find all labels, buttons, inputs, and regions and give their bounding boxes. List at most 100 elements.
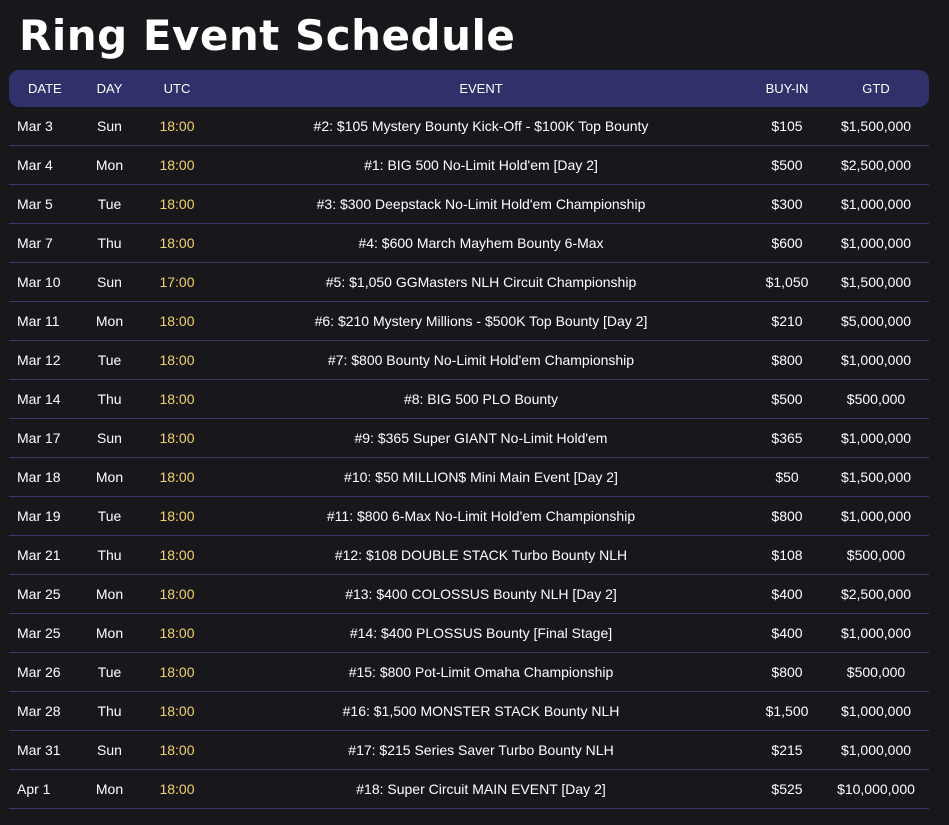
cell-event: #15: $800 Pot-Limit Omaha Championship [348, 664, 614, 680]
cell-utc: 18:00 [159, 157, 195, 173]
cell-event: #6: $210 Mystery Millions - $500K Top Bo… [314, 313, 648, 329]
cell-gtd: $1,000,000 [840, 235, 912, 251]
cell-buyin: $600 [771, 235, 803, 251]
cell-gtd: $1,500,000 [840, 274, 912, 290]
table-row: Mar 26 Tue 18:00 #15: $800 Pot-Limit Omaha … [9, 653, 929, 692]
cell-gtd: $5,000,000 [840, 313, 912, 329]
cell-utc: 18:00 [159, 430, 195, 446]
table-row: Mar 21 Thu 18:00 #12: $108 DOUBLE STACK Tur… [9, 536, 929, 575]
cell-gtd: $1,500,000 [840, 469, 912, 485]
cell-event: #14: $400 PLOSSUS Bounty [Final Stage] [349, 625, 613, 641]
table-row: Mar 18 Mon 18:00 #10: $50 MILLION$ Mini Mai… [9, 458, 929, 497]
cell-day: Thu [97, 703, 122, 719]
cell-date: Mar 25 [17, 586, 61, 602]
header-gtd: GTD [862, 81, 890, 96]
cell-date: Mar 19 [17, 508, 61, 524]
cell-event: #9: $365 Super GIANT No-Limit Hold'em [354, 430, 608, 446]
header-buyin: BUY-IN [765, 81, 809, 96]
cell-event: #11: $800 6-Max No-Limit Hold'em Champio… [326, 508, 636, 524]
cell-date: Mar 11 [17, 313, 60, 329]
cell-event: #2: $105 Mystery Bounty Kick-Off - $100K… [313, 118, 649, 134]
table-row: Mar 7 Thu 18:00 #4: $600 March Mayhem Bount… [9, 224, 929, 263]
cell-event: #16: $1,500 MONSTER STACK Bounty NLH [342, 703, 620, 719]
cell-day: Sun [97, 274, 122, 290]
table-row: Mar 11 Mon 18:00 #6: $210 Mystery Millions … [9, 302, 929, 341]
cell-event: #13: $400 COLOSSUS Bounty NLH [Day 2] [345, 586, 617, 602]
cell-utc: 18:00 [159, 196, 195, 212]
table-row: Apr 1 Mon 18:00 #18: Super Circuit MAIN EVE… [9, 770, 929, 809]
cell-event: #4: $600 March Mayhem Bounty 6-Max [358, 235, 604, 251]
cell-utc: 18:00 [159, 469, 195, 485]
table-row: Mar 3 Sun 18:00 #2: $105 Mystery Bounty Kic… [9, 107, 929, 146]
cell-event: #12: $108 DOUBLE STACK Turbo Bounty NLH [334, 547, 628, 563]
cell-utc: 18:00 [159, 664, 195, 680]
cell-date: Mar 21 [17, 547, 61, 563]
cell-utc: 18:00 [159, 508, 195, 524]
cell-buyin: $215 [771, 742, 803, 758]
cell-event: #17: $215 Series Saver Turbo Bounty NLH [348, 742, 614, 758]
cell-day: Sun [97, 118, 122, 134]
cell-date: Mar 3 [17, 118, 53, 134]
cell-gtd: $1,000,000 [840, 196, 912, 212]
cell-event: #1: BIG 500 No-Limit Hold'em [Day 2] [364, 157, 598, 173]
cell-date: Mar 17 [17, 430, 61, 446]
cell-gtd: $1,000,000 [840, 508, 912, 524]
cell-date: Mar 14 [17, 391, 61, 407]
cell-event: #3: $300 Deepstack No-Limit Hold'em Cham… [316, 196, 646, 212]
cell-utc: 18:00 [159, 235, 195, 251]
cell-day: Tue [97, 508, 122, 524]
table-body: Mar 3 Sun 18:00 #2: $105 Mystery Bounty Kic… [9, 107, 929, 809]
cell-buyin: $1,050 [765, 274, 809, 290]
cell-day: Thu [97, 235, 122, 251]
cell-day: Thu [97, 391, 122, 407]
cell-date: Mar 28 [17, 703, 61, 719]
cell-day: Mon [95, 781, 124, 797]
cell-gtd: $1,000,000 [840, 625, 912, 641]
cell-utc: 18:00 [159, 313, 195, 329]
table-row: Mar 4 Mon 18:00 #1: BIG 500 No-Limit Hold'e… [9, 146, 929, 185]
cell-buyin: $105 [771, 118, 803, 134]
cell-gtd: $1,500,000 [840, 118, 912, 134]
table-row: Mar 14 Thu 18:00 #8: BIG 500 PLO Bounty $500… [9, 380, 929, 419]
header-event: EVENT [459, 81, 503, 96]
table-row: Mar 10 Sun 17:00 #5: $1,050 GGMasters NLH C… [9, 263, 929, 302]
cell-buyin: $1,500 [765, 703, 809, 719]
cell-day: Mon [95, 586, 124, 602]
cell-utc: 18:00 [159, 547, 195, 563]
cell-buyin: $525 [771, 781, 803, 797]
table-row: Mar 28 Thu 18:00 #16: $1,500 MONSTER STACK … [9, 692, 929, 731]
cell-day: Thu [97, 547, 122, 563]
cell-utc: 18:00 [159, 352, 195, 368]
cell-day: Mon [95, 313, 124, 329]
cell-utc: 18:00 [159, 703, 195, 719]
cell-date: Mar 5 [17, 196, 53, 212]
cell-buyin: $400 [771, 625, 803, 641]
cell-buyin: $400 [771, 586, 803, 602]
cell-date: Mar 4 [17, 157, 53, 173]
cell-event: #10: $50 MILLION$ Mini Main Event [Day 2… [344, 469, 618, 485]
cell-buyin: $365 [771, 430, 803, 446]
cell-utc: 18:00 [159, 118, 195, 134]
cell-buyin: $50 [775, 469, 799, 485]
cell-event: #7: $800 Bounty No-Limit Hold'em Champio… [327, 352, 635, 368]
cell-buyin: $210 [771, 313, 803, 329]
page-title: Ring Event Schedule [19, 11, 516, 60]
cell-utc: 18:00 [159, 391, 195, 407]
header-utc: UTC [163, 81, 191, 96]
cell-gtd: $10,000,000 [837, 781, 915, 797]
cell-gtd: $1,000,000 [840, 742, 912, 758]
cell-date: Mar 7 [17, 235, 53, 251]
cell-gtd: $500,000 [846, 547, 906, 563]
cell-gtd: $1,000,000 [840, 430, 912, 446]
cell-utc: 18:00 [159, 781, 195, 797]
schedule-table: DATE DAY UTC EVENT BUY-IN GTD Mar 3 Sun 18… [9, 70, 929, 809]
cell-event: #8: BIG 500 PLO Bounty [403, 391, 559, 407]
cell-day: Mon [95, 157, 124, 173]
table-row: Mar 17 Sun 18:00 #9: $365 Super GIANT No-Li… [9, 419, 929, 458]
cell-gtd: $500,000 [846, 391, 906, 407]
cell-buyin: $500 [771, 391, 803, 407]
cell-event: #5: $1,050 GGMasters NLH Circuit Champio… [325, 274, 637, 290]
cell-buyin: $800 [771, 664, 803, 680]
cell-buyin: $300 [771, 196, 803, 212]
table-row: Mar 12 Tue 18:00 #7: $800 Bounty No-Limit H… [9, 341, 929, 380]
